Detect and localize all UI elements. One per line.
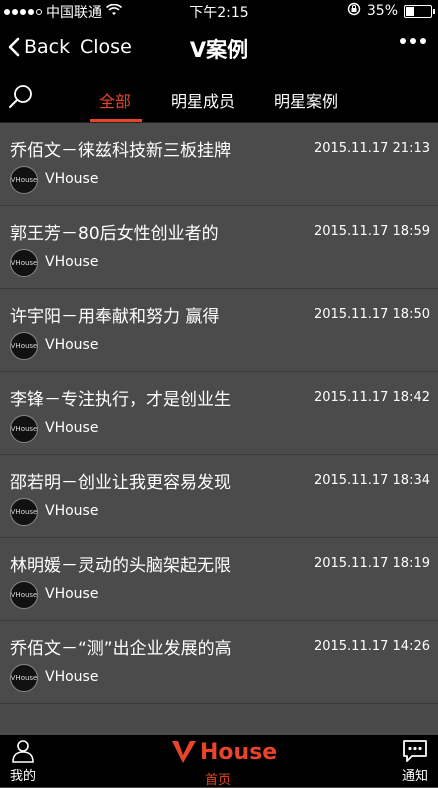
item-time: 2015.11.17 18:50 bbox=[313, 307, 430, 322]
tab-all[interactable]: 全部 bbox=[99, 88, 131, 112]
item-time: 2015.11.17 18:34 bbox=[313, 473, 430, 488]
item-time: 2015.11.17 21:13 bbox=[313, 141, 430, 156]
avatar-text: VHouse bbox=[10, 259, 38, 267]
tab-bar: 全部 明星成员 明星案例 bbox=[0, 74, 438, 123]
list-item[interactable]: 郭王芳－80后女性创业者的 2015.11.17 18:59 VHouse VH… bbox=[0, 206, 438, 289]
tab-star-cases[interactable]: 明星案例 bbox=[274, 88, 338, 112]
rotation-lock-icon bbox=[347, 2, 361, 20]
list-item[interactable]: 李锋－专注执行，才是创业生 2015.11.17 18:42 VHouse VH… bbox=[0, 372, 438, 455]
status-bar: 中国联通 下午2:15 35% bbox=[0, 0, 438, 22]
avatar-text: VHouse bbox=[10, 591, 38, 599]
item-source: VHouse bbox=[45, 669, 99, 685]
vhouse-logo-icon bbox=[172, 741, 196, 763]
user-icon bbox=[12, 740, 34, 763]
list-item[interactable]: 邵若明－创业让我更容易发现 2015.11.17 18:34 VHouse VH… bbox=[0, 455, 438, 538]
item-title: 李锋－专注执行，才是创业生 bbox=[10, 390, 231, 410]
avatar: VHouse bbox=[10, 332, 38, 360]
item-source: VHouse bbox=[45, 586, 99, 602]
status-right: 35% bbox=[347, 2, 435, 20]
page-title: V案例 bbox=[189, 38, 249, 62]
item-title: 乔佰文－“测”出企业发展的高 bbox=[10, 639, 232, 659]
tab-me[interactable]: 我的 bbox=[10, 739, 36, 784]
avatar: VHouse bbox=[10, 581, 38, 609]
item-source: VHouse bbox=[45, 254, 99, 270]
more-options-icon[interactable] bbox=[400, 38, 426, 44]
avatar-text: VHouse bbox=[10, 176, 38, 184]
item-title: 乔佰文－徕兹科技新三板挂牌 bbox=[10, 141, 231, 161]
item-source: VHouse bbox=[45, 337, 99, 353]
item-time: 2015.11.17 18:19 bbox=[313, 556, 430, 571]
tab-notify[interactable]: 通知 bbox=[402, 739, 428, 784]
battery-icon bbox=[404, 4, 435, 18]
avatar: VHouse bbox=[10, 415, 38, 443]
battery-fill bbox=[406, 6, 414, 16]
item-title: 许宇阳－用奉献和努力 赢得 bbox=[10, 307, 220, 327]
search-icon[interactable] bbox=[8, 84, 34, 110]
list-item[interactable]: 林明媛－灵动的头脑架起无限 2015.11.17 18:19 VHouse VH… bbox=[0, 538, 438, 621]
tab-notify-label: 通知 bbox=[401, 769, 428, 784]
item-time: 2015.11.17 14:26 bbox=[313, 639, 430, 654]
battery-percent: 35% bbox=[366, 3, 398, 19]
avatar-text: VHouse bbox=[10, 342, 38, 350]
item-title: 邵若明－创业让我更容易发现 bbox=[10, 473, 231, 493]
avatar: VHouse bbox=[10, 166, 38, 194]
avatar: VHouse bbox=[10, 249, 38, 277]
tab-active-indicator bbox=[90, 119, 142, 122]
list-item[interactable]: 许宇阳－用奉献和努力 赢得 2015.11.17 18:50 VHouse VH… bbox=[0, 289, 438, 372]
item-time: 2015.11.17 18:59 bbox=[313, 224, 430, 239]
item-source: VHouse bbox=[45, 503, 99, 519]
avatar-text: VHouse bbox=[10, 674, 38, 682]
chat-bubble-icon bbox=[403, 740, 427, 762]
item-source: VHouse bbox=[45, 420, 99, 436]
avatar: VHouse bbox=[10, 664, 38, 692]
list-item[interactable]: 乔佰文－徕兹科技新三板挂牌 2015.11.17 21:13 VHouse VH… bbox=[0, 123, 438, 206]
item-title: 林明媛－灵动的头脑架起无限 bbox=[10, 556, 231, 576]
tab-home-label[interactable]: 首页 bbox=[205, 769, 231, 788]
avatar: VHouse bbox=[10, 498, 38, 526]
logo-text: House bbox=[200, 739, 278, 765]
list-item[interactable]: 乔佰文－“测”出企业发展的高 2015.11.17 14:26 VHouse V… bbox=[0, 621, 438, 704]
case-list: 乔佰文－徕兹科技新三板挂牌 2015.11.17 21:13 VHouse VH… bbox=[0, 123, 438, 704]
tab-me-label: 我的 bbox=[10, 769, 37, 784]
item-time: 2015.11.17 18:42 bbox=[313, 390, 430, 405]
tab-star-members[interactable]: 明星成员 bbox=[171, 88, 235, 112]
nav-bar: Back Close V案例 bbox=[0, 22, 438, 74]
item-source: VHouse bbox=[45, 171, 99, 187]
avatar-text: VHouse bbox=[10, 425, 38, 433]
battery-tip bbox=[433, 8, 435, 14]
bottom-tab-bar: 我的 House 首页 通知 bbox=[0, 735, 438, 788]
item-title: 郭王芳－80后女性创业者的 bbox=[10, 224, 219, 244]
avatar-text: VHouse bbox=[10, 508, 38, 516]
home-logo[interactable]: House bbox=[170, 739, 277, 765]
